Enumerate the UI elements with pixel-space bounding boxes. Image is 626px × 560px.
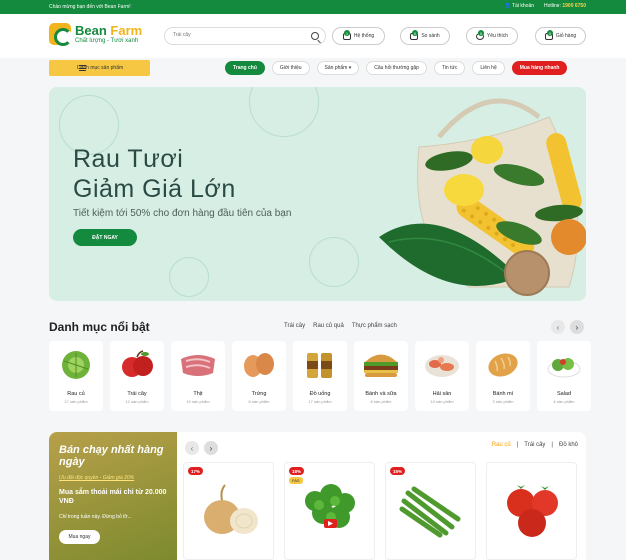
search-input[interactable] — [173, 32, 303, 38]
badge: 0 — [478, 30, 484, 36]
nav-products[interactable]: Sản phẩm ▾ — [316, 61, 360, 75]
hero-banner: Rau Tươi Giảm Giá Lớn Tiết kiệm tới 50% … — [49, 87, 586, 301]
cabbage-icon — [62, 351, 90, 379]
bestseller-subtitle: Mua sắm thoải mái chỉ từ 20.000 VNĐ — [59, 489, 167, 505]
nav-news[interactable]: Tin tức — [433, 61, 466, 75]
chevron-right-icon: › — [209, 443, 213, 453]
onion-icon — [204, 484, 258, 534]
category-card[interactable]: Rau củ 17 sản phẩm — [49, 341, 103, 411]
system-button[interactable]: 1 Hệ thống — [332, 27, 385, 45]
tab-dry-food[interactable]: Đồ khô — [559, 442, 578, 448]
tab-fruits[interactable]: Trái cây — [524, 442, 545, 448]
tomato-icon — [507, 485, 558, 537]
product-card[interactable]: 15% — [385, 462, 476, 560]
nav-contact[interactable]: Liên hệ — [472, 61, 505, 75]
bestseller-section: Bán chạy nhất hàng ngày Ưu đãi độc quyền… — [49, 432, 586, 560]
seafood-icon — [425, 355, 459, 377]
chevron-left-icon: ‹ — [190, 443, 194, 453]
discount-badge: 18% — [289, 467, 305, 475]
discount-badge: 17% — [188, 467, 204, 475]
featured-tabs: Trái cây Rau củ quả Thực phẩm sạch — [284, 323, 397, 329]
search-icon[interactable] — [311, 32, 319, 40]
nav-home[interactable]: Trang chủ — [225, 61, 265, 75]
chevron-right-icon: › — [575, 322, 579, 332]
compare-button[interactable]: 0 So sánh — [400, 27, 450, 45]
nav-about[interactable]: Giới thiệu — [271, 61, 310, 75]
bestseller-promo-panel: Bán chạy nhất hàng ngày Ưu đãi độc quyền… — [49, 432, 177, 560]
tab-clean-food[interactable]: Thực phẩm sạch — [352, 323, 397, 329]
salad-icon — [547, 358, 581, 378]
nav-quick-buy[interactable]: Mua hàng nhanh — [511, 61, 568, 75]
tab-fruits[interactable]: Trái cây — [284, 323, 305, 329]
badge: 0 — [412, 30, 418, 36]
discount-badge: 15% — [390, 467, 406, 475]
bestseller-offer-link[interactable]: Ưu đãi độc quyền - Giảm giá 20% — [59, 475, 134, 481]
hotline-number[interactable]: 1900 6750 — [562, 3, 586, 9]
category-card[interactable]: Trái cây 12 sản phẩm — [110, 341, 164, 411]
wishlist-button[interactable]: 0 Yêu thích — [466, 27, 518, 45]
nav-faq[interactable]: Câu hỏi thường gặp — [366, 61, 427, 75]
cart-button[interactable]: 0 Giỏ hàng — [535, 27, 586, 45]
chevron-left-icon: ‹ — [556, 322, 560, 332]
category-card[interactable]: Bánh và sữa 8 sản phẩm — [354, 341, 408, 411]
menu-icon — [79, 65, 86, 71]
category-card[interactable]: Hải sản 10 sản phẩm — [415, 341, 469, 411]
buy-now-button[interactable]: Mua ngay — [59, 530, 100, 544]
tab-vegetables[interactable]: Rau củ quả — [313, 323, 344, 329]
meat-icon — [181, 355, 215, 376]
category-list: Rau củ 17 sản phẩm Trái cây 12 sản phẩm … — [49, 341, 591, 411]
badge: 0 — [547, 30, 553, 36]
header: Bean Farm Chất lượng - Tươi xanh 1 Hệ th… — [0, 14, 626, 58]
green-beans-icon — [399, 486, 461, 538]
bestseller-note: Chỉ trong tuần này. Đừng bỏ lỡ... — [59, 514, 132, 520]
category-card[interactable]: Đồ uống 17 sản phẩm — [293, 341, 347, 411]
logo-tagline: Chất lượng - Tươi xanh — [75, 38, 139, 44]
logo-title-bean: Bean — [75, 23, 107, 38]
product-card[interactable]: 17% — [183, 462, 274, 560]
product-card[interactable] — [486, 462, 577, 560]
hero-subtitle: Tiết kiệm tới 50% cho đơn hàng đầu tiên … — [73, 208, 292, 219]
tab-vegetables[interactable]: Rau củ — [492, 442, 511, 448]
category-card[interactable]: Trứng 6 sản phẩm — [232, 341, 286, 411]
logo-icon — [49, 23, 72, 46]
badge: 1 — [344, 30, 350, 36]
decor-circle — [169, 257, 209, 297]
next-arrow-button[interactable]: › — [570, 320, 584, 334]
drinks-icon — [307, 353, 332, 378]
user-icon: 👤 — [504, 3, 513, 9]
prev-arrow-button[interactable]: ‹ — [551, 320, 565, 334]
bestseller-title: Bán chạy nhất hàng ngày — [59, 444, 164, 468]
hero-title: Rau Tươi Giảm Giá Lớn — [73, 145, 236, 203]
bread-icon — [488, 353, 518, 377]
decor-circle — [249, 87, 319, 137]
apple-icon — [122, 350, 153, 377]
next-arrow-button[interactable]: › — [204, 441, 218, 455]
bestseller-tabs: Rau củ | Trái cây | Đồ khô — [491, 442, 578, 448]
hotline: Hotline: 1900 6750 — [544, 3, 586, 9]
search-box — [164, 27, 326, 45]
account-link[interactable]: 👤 Tài khoản — [505, 3, 535, 9]
product-card[interactable]: 18% FAS — [284, 462, 375, 560]
welcome-text: Chào mừng bạn đến với Bean Farm! — [49, 4, 131, 10]
decor-circle — [309, 237, 359, 287]
category-menu-button[interactable]: Danh mục sản phẩm — [49, 60, 150, 76]
eggs-icon — [244, 353, 274, 377]
logo[interactable]: Bean Farm Chất lượng - Tươi xanh — [49, 23, 143, 46]
category-card[interactable]: Thịt 10 sản phẩm — [171, 341, 225, 411]
burger-icon — [364, 354, 398, 377]
top-bar: Chào mừng bạn đến với Bean Farm! 👤 Tài k… — [0, 0, 626, 14]
nav-bar: Danh mục sản phẩm Trang chủ Giới thiệu S… — [0, 58, 626, 80]
category-card[interactable]: Salad 6 sản phẩm — [537, 341, 591, 411]
vegetable-bag-image — [379, 98, 586, 296]
parsley-icon — [305, 484, 355, 528]
order-now-button[interactable]: ĐẶT NGAY — [73, 229, 137, 246]
logo-title-farm: Farm — [110, 23, 143, 38]
category-card[interactable]: Bánh mì 3 sản phẩm — [476, 341, 530, 411]
prev-arrow-button[interactable]: ‹ — [185, 441, 199, 455]
featured-categories-title: Danh mục nổi bật — [49, 320, 150, 334]
